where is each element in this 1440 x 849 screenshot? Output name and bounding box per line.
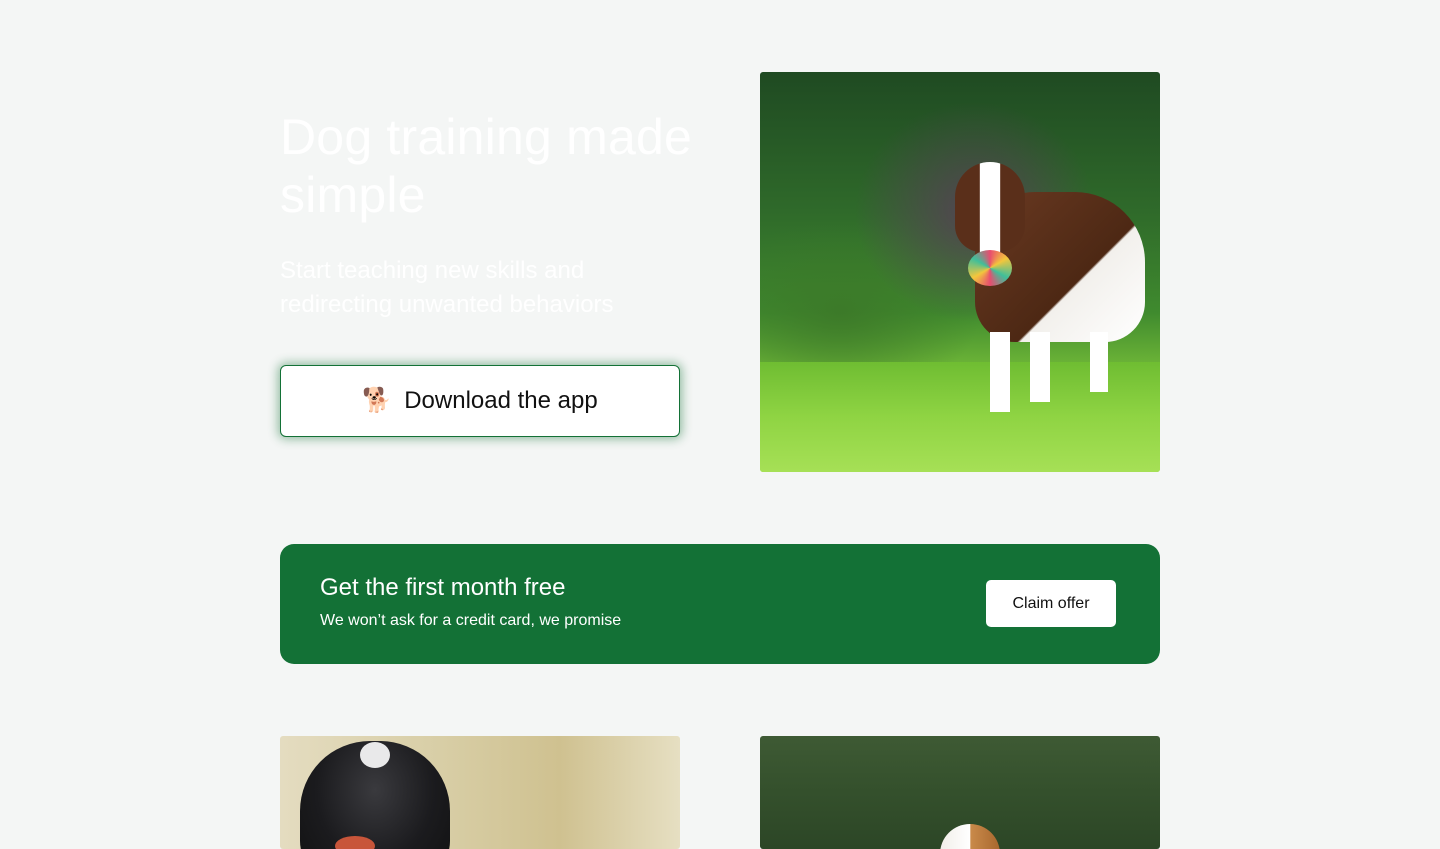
offer-title: Get the first month free [320,574,566,601]
photo-spaniel-toy [335,836,375,849]
hero-section: Dog training made simple Start teaching … [280,108,700,322]
offer-subtitle: We won’t ask for a credit card, we promi… [320,612,622,629]
hero-dog-photo [760,72,1160,472]
photo-ball [968,250,1012,286]
dog-icon: 🐕 [362,387,393,414]
download-app-label: Download the app [404,387,598,414]
photo-dog-head [955,162,1025,252]
photo-spaniel-spot [360,742,390,768]
photo-dog-legs [990,332,1110,412]
offer-banner: Get the first month free We won’t ask fo… [280,544,1160,664]
claim-offer-button[interactable]: Claim offer [986,580,1116,627]
spaniel-photo [280,736,680,849]
landing-page: Dog training made simple Start teaching … [0,0,1440,849]
hero-title: Dog training made simple [280,109,692,223]
download-app-button[interactable]: 🐕 Download the app [280,365,680,437]
photo-collie-head [940,824,1000,849]
hero-subtitle: Start teaching new skills and redirectin… [280,257,614,318]
collie-photo [760,736,1160,849]
